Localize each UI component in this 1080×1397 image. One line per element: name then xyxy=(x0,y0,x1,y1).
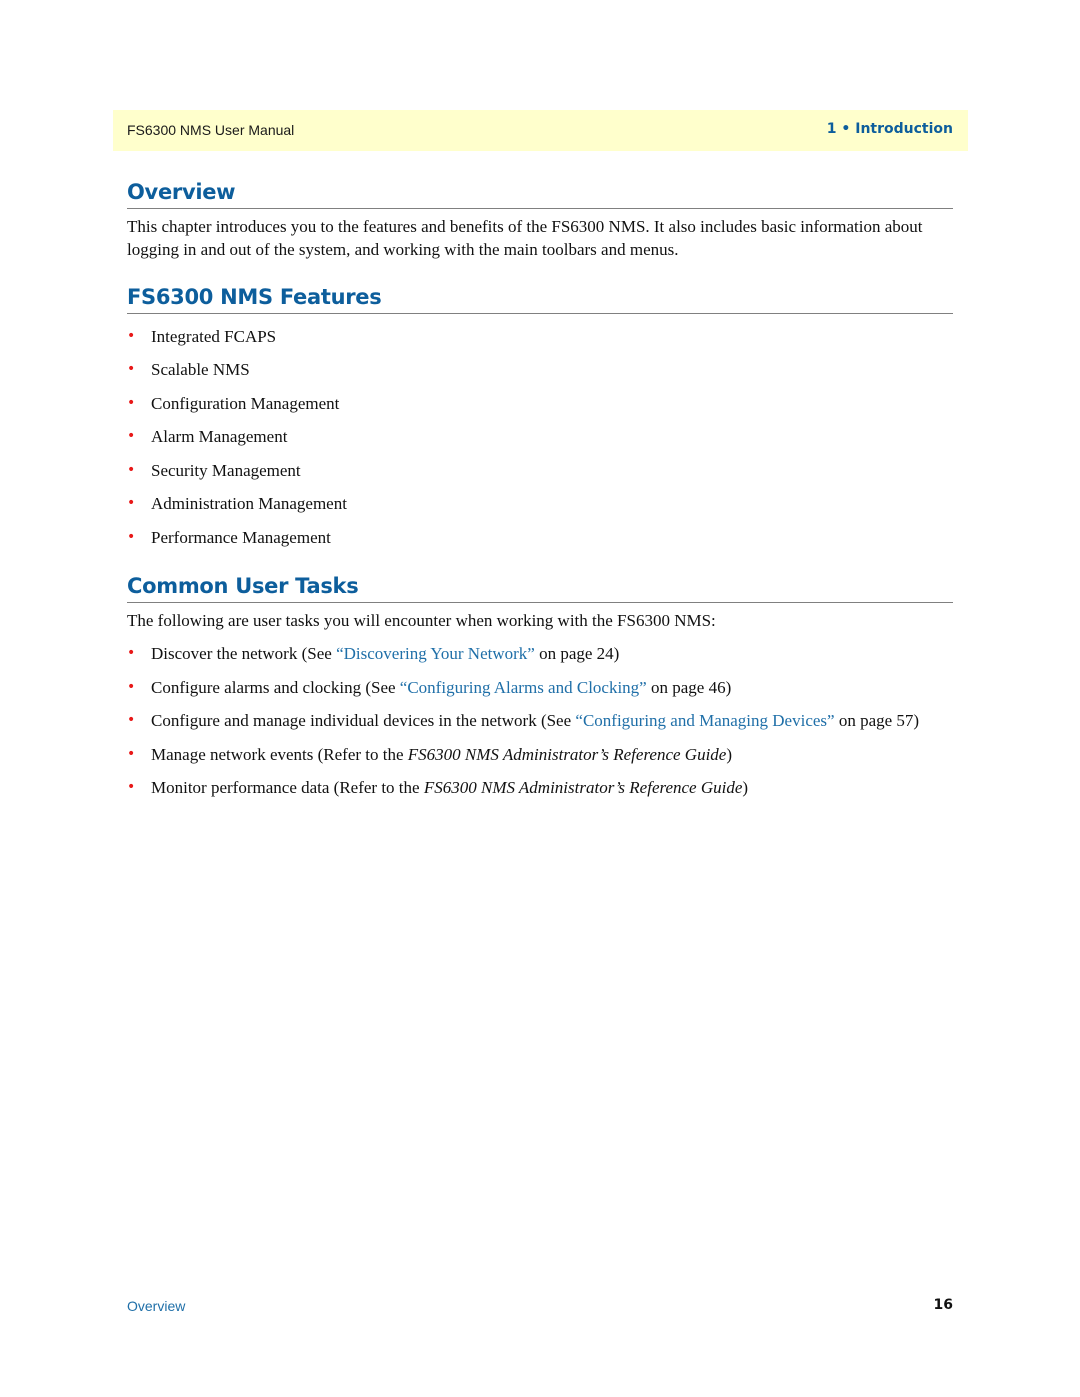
task-text: ) xyxy=(726,744,733,764)
bullet-icon: • xyxy=(127,461,136,478)
features-heading: FS6300 NMS Features xyxy=(127,285,953,314)
task-text: Monitor performance data (Refer to the xyxy=(151,778,424,797)
overview-heading: Overview xyxy=(127,180,953,209)
task-item: • Manage network events (Refer to the FS6… xyxy=(127,743,953,766)
task-text: ) xyxy=(742,778,749,797)
bullet-icon: • xyxy=(127,645,136,661)
running-header: FS6300 NMS User Manual 1 • Introduction xyxy=(113,110,968,151)
task-text: on page 57) xyxy=(834,711,920,730)
tasks-intro: The following are user tasks you will en… xyxy=(127,610,716,630)
bullet-icon: • xyxy=(127,361,136,377)
feature-label: Integrated FCAPS xyxy=(151,326,277,346)
bullet-icon: • xyxy=(127,712,136,728)
bullet-icon: • xyxy=(127,779,136,795)
feature-item: • Alarm Management xyxy=(127,425,953,448)
bullet-icon: • xyxy=(127,428,136,444)
task-item: • Discover the network (See “Discovering … xyxy=(127,642,953,665)
alarms-clocking-link[interactable]: “Configuring Alarms and Clocking” xyxy=(400,678,647,697)
feature-label: Security Management xyxy=(151,460,301,480)
reference-guide-title: FS6300 NMS Administrator’s Reference Gui… xyxy=(407,744,727,764)
page-content: Overview This chapter introduces you to … xyxy=(127,180,953,799)
features-section: FS6300 NMS Features • Integrated FCAPS • S… xyxy=(127,285,953,549)
task-text: Manage network events (Refer to the xyxy=(151,744,408,764)
tasks-heading: Common User Tasks xyxy=(127,574,953,603)
tasks-section: Common User Tasks The following are user… xyxy=(127,574,953,800)
bullet-icon: • xyxy=(127,394,136,411)
feature-item: • Integrated FCAPS xyxy=(127,325,953,348)
discovering-network-link[interactable]: “Discovering Your Network” xyxy=(336,644,535,663)
task-text: on page 46) xyxy=(646,677,732,697)
feature-label: Alarm Management xyxy=(151,427,288,446)
bullet-icon: • xyxy=(127,745,136,762)
task-text: Discover the network (See xyxy=(151,644,337,663)
feature-label: Administration Management xyxy=(151,494,347,513)
task-text: Configure and manage individual devices … xyxy=(151,711,576,730)
features-list: • Integrated FCAPS • Scalable NMS • Configu… xyxy=(127,325,953,549)
reference-guide-title: FS6300 NMS Administrator’s Reference Gui… xyxy=(423,778,743,797)
footer-section-link[interactable]: Overview xyxy=(127,1298,185,1314)
manual-title: FS6300 NMS User Manual xyxy=(127,122,295,138)
task-item: • Configure and manage individual devices… xyxy=(127,709,953,732)
bullet-icon: • xyxy=(127,495,136,511)
feature-item: • Security Management xyxy=(127,459,953,482)
feature-item: • Scalable NMS xyxy=(127,358,953,381)
bullet-icon: • xyxy=(127,528,136,545)
managing-devices-link[interactable]: “Configuring and Managing Devices” xyxy=(575,711,834,730)
tasks-list: • Discover the network (See “Discovering … xyxy=(127,642,953,799)
feature-label: Performance Management xyxy=(151,527,331,547)
page-number: 16 xyxy=(933,1297,953,1313)
task-item: • Monitor performance data (Refer to the … xyxy=(127,776,953,799)
feature-label: Scalable NMS xyxy=(151,360,250,379)
feature-label: Configuration Management xyxy=(151,393,340,413)
overview-body: This chapter introduces you to the featu… xyxy=(127,217,923,259)
feature-item: • Administration Management xyxy=(127,492,953,515)
task-text: on page 24) xyxy=(534,644,620,663)
bullet-icon: • xyxy=(127,678,136,695)
feature-item: • Configuration Management xyxy=(127,392,953,415)
bullet-icon: • xyxy=(127,327,136,344)
task-text: Configure alarms and clocking (See xyxy=(151,677,400,697)
task-item: • Configure alarms and clocking (See “Con… xyxy=(127,676,953,699)
feature-item: • Performance Management xyxy=(127,526,953,549)
overview-section: Overview This chapter introduces you to … xyxy=(127,180,953,261)
chapter-label: 1 • Introduction xyxy=(826,121,953,137)
